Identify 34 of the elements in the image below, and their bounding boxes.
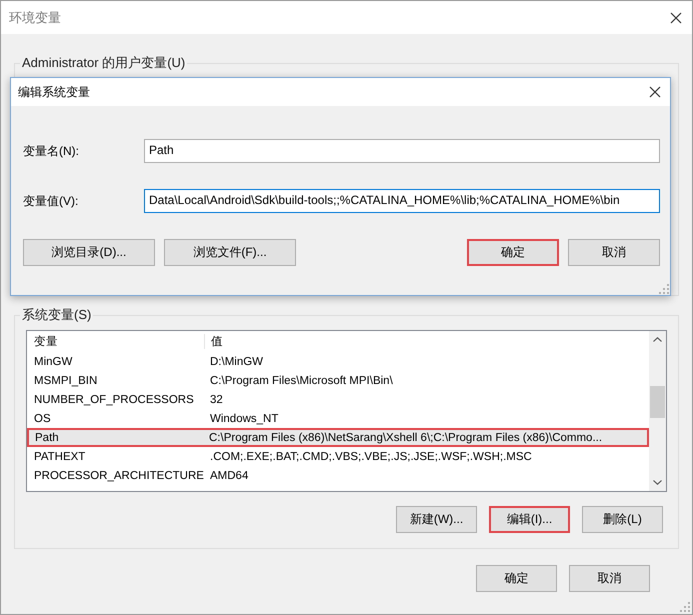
table-row[interactable]: PATHEXT .COM;.EXE;.BAT;.CMD;.VBS;.VBE;.JS;.JSE;.WSF;.WSH;.MSC — [27, 447, 649, 466]
button[interactable]: 删除(L) — [582, 506, 663, 533]
input-field[interactable]: Path — [144, 139, 660, 163]
button[interactable]: 新建(W)... — [396, 506, 477, 533]
scroll-down-icon[interactable] — [653, 480, 662, 485]
button[interactable]: 取消 — [568, 239, 660, 266]
close-icon[interactable] — [670, 12, 682, 24]
group-label: 系统变量(S) — [21, 306, 92, 324]
column-header[interactable]: 变量 — [28, 334, 205, 349]
input-field[interactable]: Data\Local\Android\Sdk\build-tools;;%CATALINA_HOME%\lib;%CATALINA_HOME%\bin — [144, 189, 660, 213]
field-label: 变量值(V): — [23, 192, 80, 210]
resize-grip-icon[interactable] — [659, 284, 669, 294]
group-label: Administrator 的用户变量(U) — [21, 54, 186, 72]
button[interactable]: 编辑(I)... — [489, 506, 570, 533]
button[interactable]: 确定 — [467, 239, 559, 266]
close-icon[interactable] — [649, 86, 661, 98]
table-row[interactable]: OS Windows_NT — [27, 409, 649, 428]
column-header[interactable]: 值 — [205, 334, 648, 349]
table-row[interactable]: PROCESSOR_ARCHITECTURE AMD64 — [27, 466, 649, 485]
scroll-thumb[interactable] — [650, 386, 665, 418]
resize-grip-icon[interactable] — [680, 602, 690, 612]
dialog-title: 编辑系统变量 — [18, 84, 90, 100]
field-label: 变量名(N): — [23, 142, 80, 160]
window-title: 环境变量 — [9, 8, 61, 26]
button[interactable]: 浏览目录(D)... — [23, 239, 155, 266]
table-row[interactable]: MinGW D:\MinGW — [27, 352, 649, 371]
table-row[interactable]: MSMPI_BIN C:\Program Files\Microsoft MPI\Bin\ — [27, 371, 649, 390]
button[interactable]: 浏览文件(F)... — [164, 239, 296, 266]
scrollbar[interactable] — [649, 331, 666, 491]
table-row[interactable]: Path C:\Program Files (x86)\NetSarang\Xshell 6\;C:\Program Files (x86)\Commo... — [27, 428, 649, 447]
scroll-up-icon[interactable] — [653, 337, 662, 342]
button[interactable]: 取消 — [569, 565, 650, 592]
table-row[interactable]: NUMBER_OF_PROCESSORS 32 — [27, 390, 649, 409]
button[interactable]: 确定 — [476, 565, 557, 592]
